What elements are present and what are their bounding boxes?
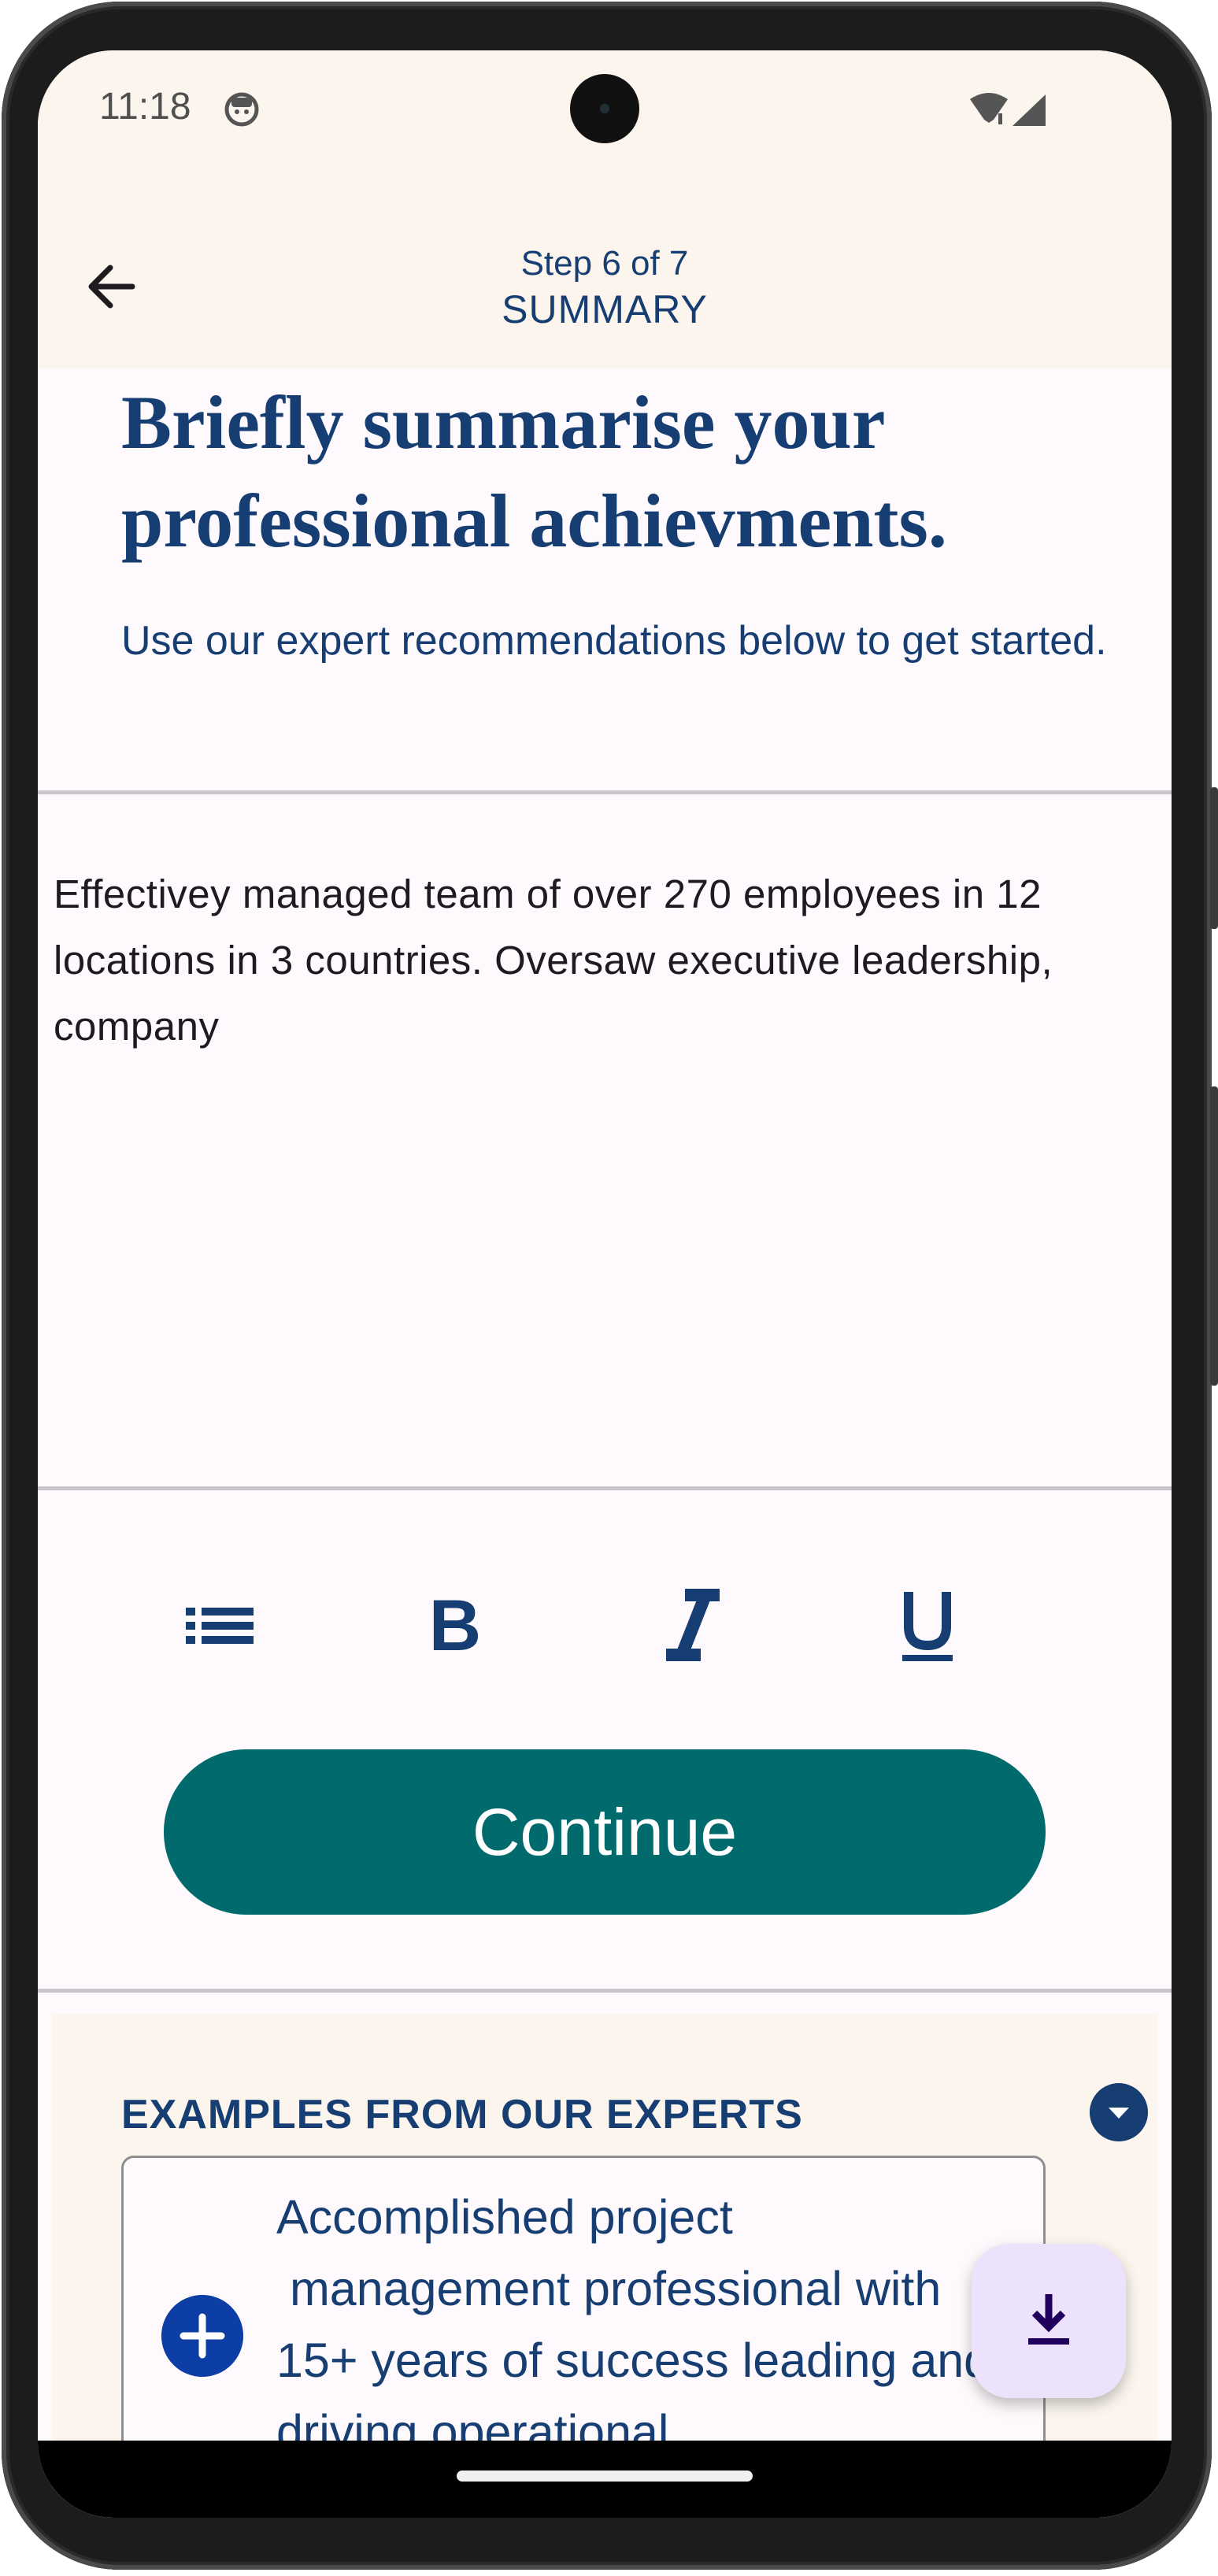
page-title: SUMMARY xyxy=(502,287,708,331)
app-bar: Step 6 of 7 SUMMARY xyxy=(38,168,1172,368)
step-indicator: Step 6 of 7 xyxy=(520,244,689,283)
svg-text:B: B xyxy=(429,1586,481,1666)
add-icon[interactable] xyxy=(161,2295,243,2377)
divider xyxy=(38,790,1172,794)
notification-icon xyxy=(224,92,259,127)
front-camera xyxy=(570,74,639,143)
example-text: Accomplished project management professi… xyxy=(276,2190,991,2459)
headline: Briefly summarise your professional achi… xyxy=(121,380,947,563)
divider xyxy=(38,1486,1172,1490)
summary-editor[interactable]: Effectivey managed team of over 270 empl… xyxy=(54,861,1148,1060)
chevron-down-icon[interactable] xyxy=(1090,2083,1148,2141)
wifi-signal-icon xyxy=(970,93,1046,126)
list-icon[interactable] xyxy=(172,1578,266,1672)
power-button xyxy=(1210,1086,1218,1386)
status-bar: 11:18 xyxy=(38,50,1172,168)
examples-title: EXAMPLES FROM OUR EXPERTS xyxy=(121,2092,803,2137)
screen: 11:18 Step 6 of 7 SUMMARY Briefly summar… xyxy=(38,50,1172,2518)
download-fab[interactable] xyxy=(972,2244,1126,2398)
volume-button xyxy=(1210,787,1218,929)
subtext: Use our expert recommendations below to … xyxy=(121,618,1107,664)
home-indicator[interactable] xyxy=(457,2471,753,2482)
italic-icon[interactable] xyxy=(644,1578,739,1672)
continue-button[interactable]: Continue xyxy=(164,1749,1046,1915)
phone-device: 11:18 Step 6 of 7 SUMMARY Briefly summar… xyxy=(0,0,1218,2576)
divider xyxy=(38,1989,1172,1993)
bold-icon[interactable]: B xyxy=(408,1578,502,1672)
underline-icon[interactable] xyxy=(880,1578,975,1672)
status-time: 11:18 xyxy=(99,86,191,128)
